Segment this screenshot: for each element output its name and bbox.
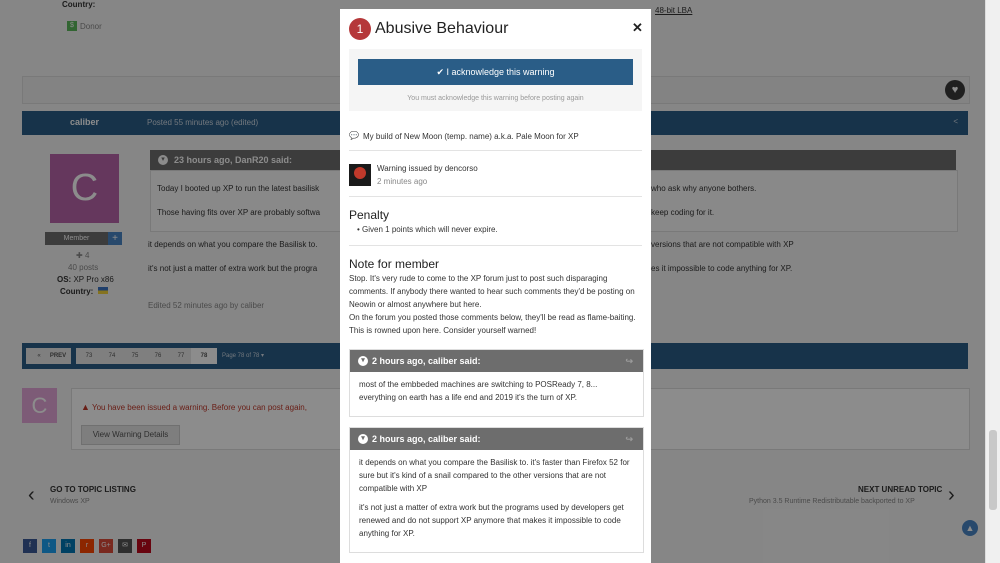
quote-header: ▾ 2 hours ago, caliber said: ↪ [350, 350, 643, 372]
separator [349, 245, 642, 246]
penalty-item: • Given 1 points which will never expire… [357, 225, 498, 234]
issued-by: Warning issued by dencorso [377, 164, 478, 173]
penalty-heading: Penalty [349, 208, 390, 222]
chevron-down-icon[interactable]: ▾ [358, 356, 368, 366]
quote-header: ▾ 2 hours ago, caliber said: ↪ [350, 428, 643, 450]
note-body: Stop. It's very rude to come to the XP f… [349, 272, 644, 337]
modal-title: Abusive Behaviour [375, 20, 509, 37]
acknowledge-note: You must acknowledge this warning before… [407, 95, 584, 102]
separator [349, 196, 642, 197]
speech-bubble-icon: 💬 [349, 131, 359, 140]
acknowledge-panel: ✔ I acknowledge this warning You must ac… [349, 49, 642, 111]
warning-points-badge: 1 [349, 18, 371, 40]
quote-block: ▾ 2 hours ago, caliber said: ↪ most of t… [349, 349, 644, 417]
separator [349, 150, 642, 151]
acknowledge-button[interactable]: ✔ I acknowledge this warning [358, 59, 633, 85]
check-icon: ✔ [436, 67, 444, 77]
note-paragraph: On the forum you posted those comments b… [349, 313, 636, 335]
quote-body: most of the embbeded machines are switch… [359, 380, 598, 402]
scrollbar-thumb[interactable] [989, 430, 997, 510]
note-paragraph: Stop. It's very rude to come to the XP f… [349, 274, 635, 309]
close-icon[interactable]: ✕ [632, 20, 643, 36]
chevron-down-icon[interactable]: ▾ [358, 434, 368, 444]
topic-link[interactable]: My build of New Moon (temp. name) a.k.a.… [363, 132, 579, 141]
issued-time: 2 minutes ago [377, 177, 428, 186]
warning-modal: 1 Abusive Behaviour ✕ ✔ I acknowledge th… [340, 9, 651, 563]
quote-block: ▾ 2 hours ago, caliber said: ↪ it depend… [349, 427, 644, 553]
quote-body: it depends on what you compare the Basil… [359, 458, 630, 538]
moderator-avatar[interactable] [349, 164, 371, 186]
share-icon[interactable]: ↪ [625, 428, 633, 450]
note-heading: Note for member [349, 257, 440, 271]
page-scrollbar[interactable] [985, 0, 1000, 563]
share-icon[interactable]: ↪ [625, 350, 633, 372]
